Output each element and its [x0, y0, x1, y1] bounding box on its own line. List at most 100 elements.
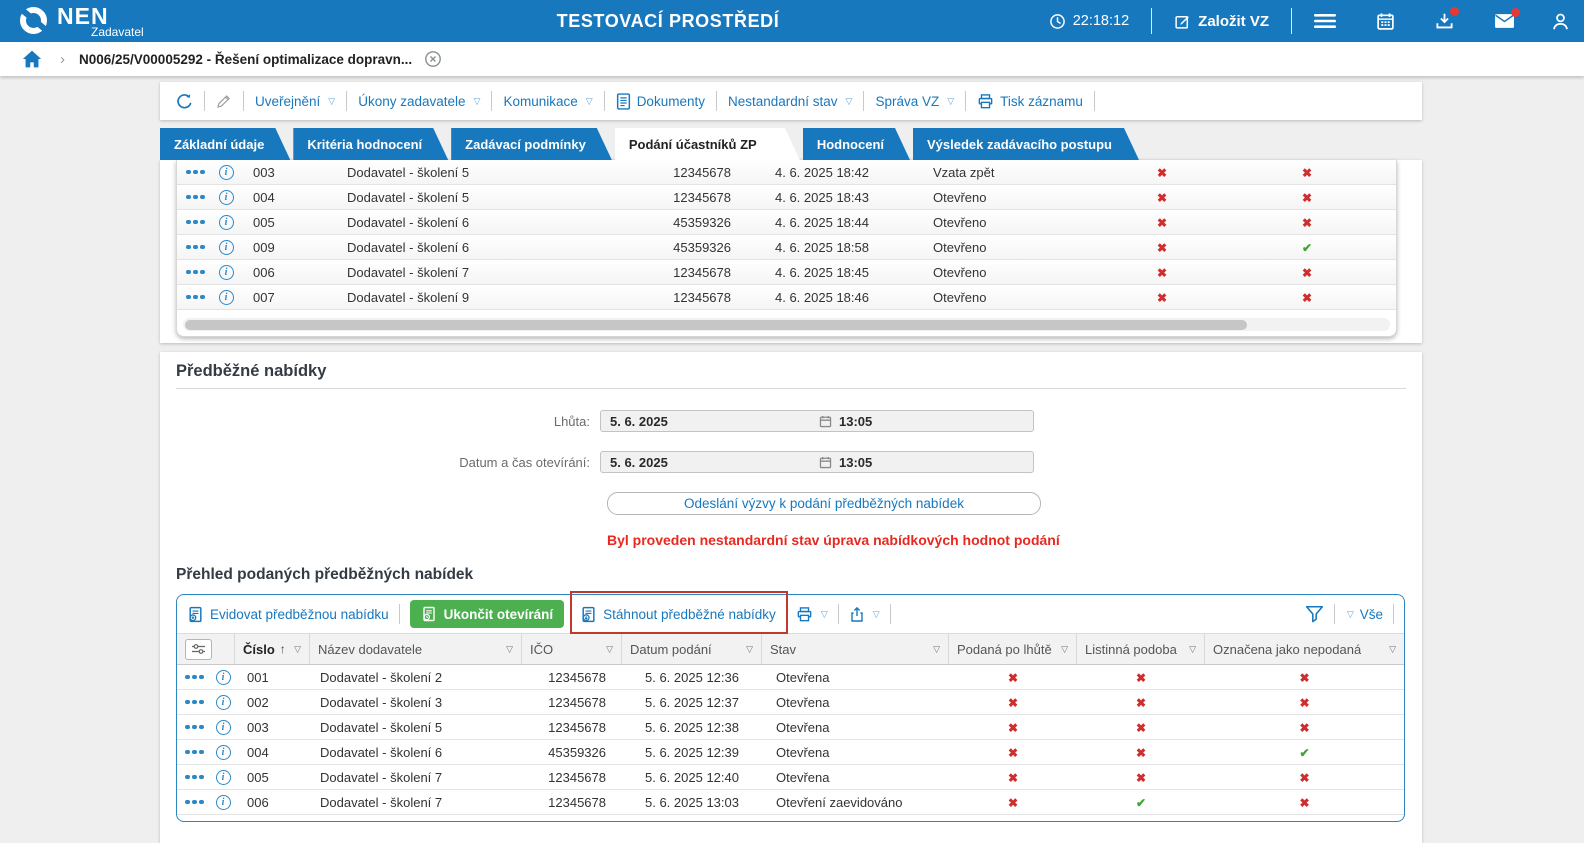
row-actions-menu[interactable]	[185, 674, 204, 680]
column-filter-icon[interactable]: ▽	[933, 644, 940, 655]
column-header-ičo[interactable]: IČO ▽	[522, 634, 622, 664]
create-vz-button[interactable]: Založit VZ	[1174, 13, 1269, 30]
export-button[interactable]: ▽	[849, 606, 880, 623]
downloads-button[interactable]	[1435, 6, 1459, 31]
row-info-icon[interactable]: i	[218, 164, 234, 180]
table-row[interactable]: i 003 Dodavatel - školení 5 12345678 4. 6. 2…	[177, 160, 1396, 185]
column-header-číslo[interactable]: Číslo ↑ ▽	[235, 634, 310, 664]
filter-all-button[interactable]: ▽ Vše	[1345, 607, 1383, 622]
row-actions-menu[interactable]	[185, 724, 204, 730]
home-button[interactable]	[22, 50, 42, 68]
row-info-icon[interactable]: i	[218, 214, 234, 230]
nen-brand[interactable]: NEN Zadavatel	[20, 4, 144, 38]
opening-date-value[interactable]: 5. 6. 2025	[601, 455, 819, 470]
column-header-stav[interactable]: Stav ▽	[762, 634, 949, 664]
table-row[interactable]: i 004 Dodavatel - školení 6 45359326 5. 6. 2…	[177, 740, 1404, 765]
table-row[interactable]: i 006 Dodavatel - školení 7 12345678 5. 6. 2…	[177, 790, 1404, 815]
user-button[interactable]	[1551, 12, 1570, 31]
table-row[interactable]: i 004 Dodavatel - školení 5 12345678 4. 6. 2…	[177, 185, 1396, 210]
calendar-icon[interactable]	[819, 415, 832, 428]
register-offer-button[interactable]: Evidovat předběžnou nabídku	[187, 606, 389, 623]
messages-button[interactable]	[1494, 8, 1520, 29]
tab-krit-ria-hodnocen-[interactable]: Kritéria hodnocení	[293, 128, 448, 160]
toolbar-nestandardn-stav[interactable]: Nestandardní stav ▽	[728, 94, 852, 109]
table-row[interactable]: i 005 Dodavatel - školení 7 12345678 5. 6. 2…	[177, 765, 1404, 790]
column-filter-icon[interactable]: ▽	[506, 644, 513, 655]
column-filter-icon[interactable]: ▽	[294, 644, 301, 655]
column-header-listinná-podoba[interactable]: Listinná podoba ▽	[1077, 634, 1205, 664]
row-info-icon[interactable]: i	[215, 744, 231, 760]
column-filter-icon[interactable]: ▽	[1061, 644, 1068, 655]
calendar-icon[interactable]	[819, 456, 832, 469]
column-filter-icon[interactable]: ▽	[1389, 644, 1396, 655]
row-actions-menu[interactable]	[186, 219, 205, 225]
send-call-button[interactable]: Odeslání výzvy k podání předběžných nabí…	[607, 492, 1041, 515]
row-actions-menu[interactable]	[186, 269, 205, 275]
column-header-označena-jako-nepodaná[interactable]: Označena jako nepodaná ▽	[1205, 634, 1404, 664]
row-info-icon[interactable]: i	[215, 719, 231, 735]
filter-button[interactable]	[1305, 605, 1324, 623]
row-info-icon[interactable]: i	[218, 289, 234, 305]
breadcrumb-record-tab[interactable]: N006/25/V00005292 - Řešení optimalizace …	[79, 52, 412, 67]
row-actions-menu[interactable]	[185, 749, 204, 755]
finish-opening-button[interactable]: Ukončit otevírání	[409, 600, 565, 628]
scrollbar-thumb[interactable]	[185, 319, 1248, 330]
horizontal-scrollbar[interactable]	[183, 318, 1390, 331]
toolbar--kony-zadavatele[interactable]: Úkony zadavatele ▽	[358, 94, 480, 109]
tab-hodnocen-[interactable]: Hodnocení	[803, 128, 910, 160]
row-actions-menu[interactable]	[186, 194, 205, 200]
row-actions-menu[interactable]	[186, 294, 205, 300]
table-row[interactable]: i 002 Dodavatel - školení 3 12345678 5. 6. 2…	[177, 690, 1404, 715]
opening-time-value[interactable]: 13:05	[832, 455, 872, 470]
calendar-button[interactable]	[1376, 12, 1395, 31]
deadline-input[interactable]: 5. 6. 2025 13:05	[600, 410, 1034, 432]
deadline-time-value[interactable]: 13:05	[832, 414, 872, 429]
toolbar-spr-va-vz[interactable]: Správa VZ ▽	[875, 94, 954, 109]
print-button[interactable]: ▽	[796, 606, 828, 623]
x-mark: ✖	[1299, 720, 1310, 735]
row-info-icon[interactable]: i	[218, 264, 234, 280]
preliminary-offers-panel: Evidovat předběžnou nabídku Ukončit otev…	[176, 590, 1405, 822]
toolbar-pencil-icon[interactable]	[216, 93, 232, 109]
table-row[interactable]: i 009 Dodavatel - školení 6 45359326 4. 6. 2…	[177, 235, 1396, 260]
table-row[interactable]: i 001 Dodavatel - školení 2 12345678 5. 6. 2…	[177, 665, 1404, 690]
column-header-název-dodavatele[interactable]: Název dodavatele ▽	[310, 634, 522, 664]
opening-input[interactable]: 5. 6. 2025 13:05	[600, 451, 1034, 473]
menu-button[interactable]	[1314, 13, 1336, 29]
row-actions-menu[interactable]	[185, 774, 204, 780]
row-info-icon[interactable]: i	[215, 794, 231, 810]
download-offers-button[interactable]: Stáhnout předběžné nabídky	[580, 606, 776, 623]
row-actions-menu[interactable]	[186, 169, 205, 175]
toolbar-refresh-icon[interactable]	[176, 93, 193, 110]
column-header-datum-podání[interactable]: Datum podání ▽	[622, 634, 762, 664]
row-info-icon[interactable]: i	[215, 669, 231, 685]
toolbar-dokumenty[interactable]: Dokumenty	[616, 92, 705, 110]
column-header-podaná-po-lhůtě[interactable]: Podaná po lhůtě ▽	[949, 634, 1077, 664]
tab-v-sledek-zad-vac-ho-postupu[interactable]: Výsledek zadávacího postupu	[913, 128, 1139, 160]
close-record-button[interactable]	[424, 50, 442, 68]
toolbar-komunikace[interactable]: Komunikace ▽	[503, 94, 592, 109]
tab-z-kladn-daje[interactable]: Základní údaje	[160, 128, 290, 160]
tab-zad-vac-podm-nky[interactable]: Zadávací podmínky	[451, 128, 612, 160]
row-info-icon[interactable]: i	[218, 239, 234, 255]
toolbar-uve-ejn-n-[interactable]: Uveřejnění ▽	[255, 94, 335, 109]
table-row[interactable]: i 006 Dodavatel - školení 7 12345678 4. 6. 2…	[177, 260, 1396, 285]
table-row[interactable]: i 003 Dodavatel - školení 5 12345678 5. 6. 2…	[177, 715, 1404, 740]
row-actions-menu[interactable]	[186, 244, 205, 250]
column-filter-icon[interactable]: ▽	[1189, 644, 1196, 655]
row-info-icon[interactable]: i	[215, 769, 231, 785]
table-row[interactable]: i 005 Dodavatel - školení 6 45359326 4. 6. 2…	[177, 210, 1396, 235]
column-filter-icon[interactable]: ▽	[606, 644, 613, 655]
toolbar-tisk-z-znamu[interactable]: Tisk záznamu	[977, 93, 1083, 110]
row-actions-menu[interactable]	[185, 699, 204, 705]
row-actions-menu[interactable]	[185, 799, 204, 805]
column-filter-icon[interactable]: ▽	[746, 644, 753, 655]
deadline-date-value[interactable]: 5. 6. 2025	[601, 414, 819, 429]
row-info-icon[interactable]: i	[218, 189, 234, 205]
row-info-icon[interactable]: i	[215, 694, 231, 710]
tab-pod-n-astn-k-zp[interactable]: Podání účastníků ZP	[615, 128, 800, 160]
table-settings-button[interactable]	[185, 638, 212, 660]
session-time-value: 22:18:12	[1072, 13, 1130, 29]
cell-supplier: Dodavatel - školení 2	[320, 669, 443, 685]
table-row[interactable]: i 007 Dodavatel - školení 9 12345678 4. 6. 2…	[177, 285, 1396, 310]
